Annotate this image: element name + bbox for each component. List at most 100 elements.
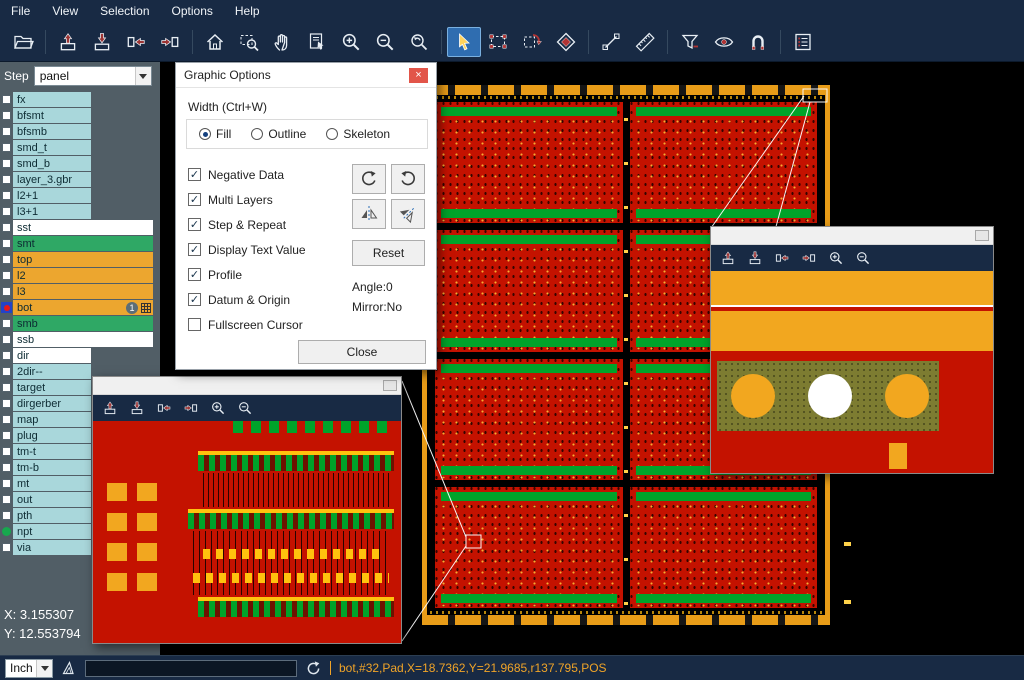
measure-line-button[interactable] — [594, 27, 628, 57]
import-right-icon[interactable] — [801, 250, 817, 266]
import-top-button[interactable] — [51, 27, 85, 57]
layer-row[interactable]: smd_t — [0, 140, 153, 155]
window-button[interactable] — [383, 380, 397, 391]
magnifier-titlebar[interactable] — [93, 377, 401, 395]
zoom-out-button[interactable] — [368, 27, 402, 57]
refresh-icon[interactable] — [305, 660, 322, 677]
layer-checkbox[interactable] — [2, 463, 11, 472]
mirror-horizontal-button[interactable] — [352, 199, 386, 229]
layer-checkbox[interactable] — [2, 495, 11, 504]
graphic-options-dialog[interactable]: Graphic Options Width (Ctrl+W) FillOutli… — [175, 62, 437, 370]
menu-item-file[interactable]: File — [0, 1, 41, 21]
layer-checkbox[interactable] — [2, 175, 11, 184]
zoom-window-button[interactable] — [232, 27, 266, 57]
layer-checkbox[interactable] — [2, 255, 11, 264]
layer-checkbox[interactable] — [2, 223, 11, 232]
magnifier-titlebar[interactable] — [711, 227, 993, 245]
rotate-ccw-button[interactable] — [391, 164, 425, 194]
checkbox-negative-data[interactable]: Negative Data — [188, 162, 306, 187]
eye-view-button[interactable] — [707, 27, 741, 57]
import-right-icon[interactable] — [183, 400, 199, 416]
layer-row[interactable]: bot1 — [0, 300, 153, 315]
layer-checkbox[interactable] — [2, 335, 11, 344]
layer-row[interactable]: sst — [0, 220, 153, 235]
layer-row[interactable]: l2+1 — [0, 188, 153, 203]
layer-checkbox[interactable] — [2, 191, 11, 200]
close-button[interactable]: Close — [298, 340, 426, 364]
layer-row[interactable]: smd_b — [0, 156, 153, 171]
checkbox-multi-layers[interactable]: Multi Layers — [188, 187, 306, 212]
layer-row[interactable]: bfsmb — [0, 124, 153, 139]
home-view-button[interactable] — [198, 27, 232, 57]
zoom-in-button[interactable] — [334, 27, 368, 57]
import-bottom-icon[interactable] — [747, 250, 763, 266]
close-icon[interactable] — [409, 68, 428, 83]
menu-item-view[interactable]: View — [41, 1, 89, 21]
radio-outline[interactable]: Outline — [251, 127, 306, 141]
layer-row[interactable]: dir — [0, 348, 153, 363]
radio-fill[interactable]: Fill — [199, 127, 231, 141]
layer-row[interactable]: fx — [0, 92, 153, 107]
checkbox-fullscreen-cursor[interactable]: Fullscreen Cursor — [188, 312, 306, 337]
reset-button[interactable]: Reset — [352, 240, 425, 266]
layer-checkbox[interactable] — [2, 111, 11, 120]
transform-select-button[interactable] — [515, 27, 549, 57]
checkbox-step-repeat[interactable]: Step & Repeat — [188, 212, 306, 237]
magnifier-view[interactable] — [711, 271, 993, 473]
ruler-button[interactable] — [628, 27, 662, 57]
layer-checkbox[interactable] — [2, 319, 11, 328]
checkbox-datum-origin[interactable]: Datum & Origin — [188, 287, 306, 312]
import-left-button[interactable] — [119, 27, 153, 57]
chevron-down-icon[interactable] — [36, 660, 52, 677]
layer-checkbox[interactable] — [2, 383, 11, 392]
chevron-down-icon[interactable] — [135, 67, 151, 85]
open-folder-button[interactable] — [6, 27, 40, 57]
report-button[interactable] — [786, 27, 820, 57]
layer-row[interactable]: ssb — [0, 332, 153, 347]
layer-checkbox[interactable] — [2, 207, 11, 216]
zoom-in-icon[interactable] — [210, 400, 226, 416]
cursor-tool-button[interactable] — [447, 27, 481, 57]
layer-row[interactable]: bfsmt — [0, 108, 153, 123]
layer-row[interactable]: layer_3.gbr — [0, 172, 153, 187]
zoom-out-icon[interactable] — [855, 250, 871, 266]
layer-checkbox[interactable] — [2, 415, 11, 424]
layer-row[interactable]: l3 — [0, 284, 153, 299]
select-document-button[interactable] — [300, 27, 334, 57]
zoom-out-icon[interactable] — [237, 400, 253, 416]
dialog-titlebar[interactable]: Graphic Options — [176, 63, 436, 88]
layer-row[interactable]: top — [0, 252, 153, 267]
layer-checkbox[interactable] — [2, 479, 11, 488]
layer-checkbox[interactable] — [2, 511, 11, 520]
checkbox-profile[interactable]: Profile — [188, 262, 306, 287]
layer-row[interactable]: smt — [0, 236, 153, 251]
mirror-diagonal-button[interactable] — [391, 199, 425, 229]
layer-checkbox[interactable] — [2, 287, 11, 296]
layer-row[interactable]: l3+1 — [0, 204, 153, 219]
layer-checkbox[interactable] — [2, 271, 11, 280]
layer-checkbox[interactable] — [2, 239, 11, 248]
checkbox-display-text-value[interactable]: Display Text Value — [188, 237, 306, 262]
layer-checkbox[interactable] — [2, 543, 11, 552]
window-button[interactable] — [975, 230, 989, 241]
layer-checkbox[interactable] — [2, 399, 11, 408]
import-bottom-icon[interactable] — [129, 400, 145, 416]
step-select[interactable]: panel — [34, 66, 152, 86]
magnifier-window-right[interactable] — [710, 226, 994, 474]
import-bottom-button[interactable] — [85, 27, 119, 57]
layer-checkbox[interactable] — [2, 367, 11, 376]
command-input[interactable] — [85, 660, 297, 677]
import-right-button[interactable] — [153, 27, 187, 57]
import-top-icon[interactable] — [720, 250, 736, 266]
radio-skeleton[interactable]: Skeleton — [326, 127, 390, 141]
layer-checkbox[interactable] — [2, 351, 11, 360]
layer-checkbox[interactable] — [2, 143, 11, 152]
layer-row[interactable]: l2 — [0, 268, 153, 283]
snap-button[interactable] — [741, 27, 775, 57]
import-left-icon[interactable] — [156, 400, 172, 416]
layer-checkbox[interactable] — [2, 95, 11, 104]
zoom-in-icon[interactable] — [828, 250, 844, 266]
unit-select[interactable]: Inch — [5, 659, 53, 678]
pan-button[interactable] — [266, 27, 300, 57]
filter-button[interactable] — [673, 27, 707, 57]
